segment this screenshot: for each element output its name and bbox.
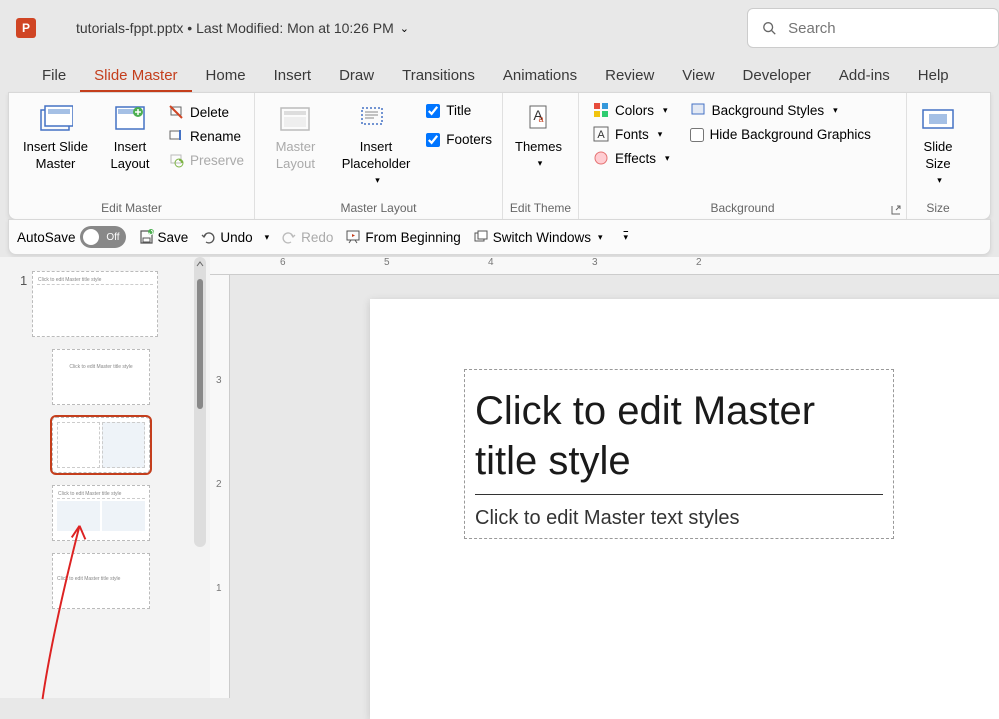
- menu-review[interactable]: Review: [591, 61, 668, 92]
- chevron-down-icon: ▾: [658, 129, 663, 140]
- svg-text:a: a: [539, 114, 544, 124]
- chevron-down-icon: ▾: [375, 175, 380, 187]
- effects-icon: [593, 150, 609, 166]
- themes-button[interactable]: Aa Themes ▾: [509, 97, 568, 174]
- layout-thumbnail-2-selected[interactable]: [52, 417, 150, 473]
- master-thumbnail[interactable]: Click to edit Master title style: [32, 271, 158, 337]
- delete-button[interactable]: Delete: [164, 101, 248, 123]
- fonts-button[interactable]: A Fonts▾: [589, 123, 674, 145]
- hide-bg-checkbox[interactable]: Hide Background Graphics: [686, 123, 875, 146]
- horizontal-ruler: 6 5 4 3 2: [210, 257, 999, 275]
- preserve-icon: [168, 152, 184, 168]
- menu-insert[interactable]: Insert: [260, 61, 326, 92]
- title-chevron-icon[interactable]: ⌄: [400, 22, 409, 35]
- background-label: Background: [585, 199, 900, 217]
- chevron-down-icon: ▾: [833, 105, 838, 116]
- dialog-launcher-icon[interactable]: [890, 204, 902, 216]
- rename-button[interactable]: Rename: [164, 125, 248, 147]
- menu-file[interactable]: File: [28, 61, 80, 92]
- menu-animations[interactable]: Animations: [489, 61, 591, 92]
- bg-styles-icon: [690, 102, 706, 118]
- from-beginning-button[interactable]: From Beginning: [345, 229, 460, 245]
- save-icon: [138, 229, 154, 245]
- presentation-icon: [345, 229, 361, 245]
- save-button[interactable]: Save: [138, 229, 189, 245]
- undo-button[interactable]: Undo ▾: [200, 229, 269, 245]
- vertical-ruler: 3 2 1: [210, 275, 230, 698]
- menu-help[interactable]: Help: [904, 61, 963, 92]
- edit-master-label: Edit Master: [15, 199, 248, 217]
- redo-icon: [281, 229, 297, 245]
- chevron-down-icon: ▾: [624, 232, 629, 243]
- themes-icon: Aa: [524, 104, 552, 134]
- layout-icon: [114, 105, 146, 133]
- menu-addins[interactable]: Add-ins: [825, 61, 904, 92]
- edit-theme-label: Edit Theme: [509, 199, 572, 217]
- menu-view[interactable]: View: [668, 61, 728, 92]
- thumbnail-panel: 1 Click to edit Master title style Click…: [0, 257, 210, 698]
- autosave-toggle[interactable]: AutoSave Off: [17, 226, 126, 248]
- qat-more-button[interactable]: ▾: [621, 232, 629, 243]
- windows-icon: [473, 229, 489, 245]
- scroll-up-icon[interactable]: [194, 259, 206, 269]
- search-input[interactable]: [788, 20, 984, 37]
- undo-icon: [200, 229, 216, 245]
- svg-text:A: A: [597, 129, 605, 141]
- rename-icon: [168, 128, 184, 144]
- thumbnail-scrollbar[interactable]: [194, 257, 206, 547]
- slide-size-button[interactable]: Slide Size▾: [913, 97, 963, 190]
- slide-master-icon: [39, 104, 73, 134]
- search-icon: [762, 20, 776, 36]
- menu-slide-master[interactable]: Slide Master: [80, 61, 191, 92]
- colors-button[interactable]: Colors▾: [589, 99, 674, 121]
- subtitle-placeholder-text[interactable]: Click to edit Master text styles: [475, 507, 883, 530]
- layout-thumbnail-3[interactable]: Click to edit Master title style: [52, 485, 150, 541]
- master-layout-label: Master Layout: [261, 199, 496, 217]
- slide-canvas[interactable]: Click to edit Master title style Click t…: [370, 299, 999, 719]
- layout-thumbnail-4[interactable]: Click to edit Master title style: [52, 553, 150, 609]
- hide-bg-checkbox-input[interactable]: [690, 128, 704, 142]
- insert-layout-button[interactable]: Insert Layout: [100, 97, 160, 177]
- size-label: Size: [913, 199, 963, 217]
- insert-placeholder-button[interactable]: Insert Placeholder▾: [334, 97, 418, 190]
- preserve-button[interactable]: Preserve: [164, 149, 248, 171]
- master-layout-icon: [279, 106, 311, 132]
- effects-button[interactable]: Effects▾: [589, 147, 674, 169]
- delete-icon: [168, 104, 184, 120]
- redo-button[interactable]: Redo: [281, 229, 333, 245]
- chevron-down-icon: ▾: [937, 175, 942, 187]
- placeholder-icon: [360, 106, 392, 132]
- menu-developer[interactable]: Developer: [729, 61, 825, 92]
- colors-icon: [593, 102, 609, 118]
- master-layout-button[interactable]: Master Layout: [261, 97, 330, 177]
- fonts-icon: A: [593, 126, 609, 142]
- file-title: tutorials-fppt.pptx • Last Modified: Mon…: [76, 20, 394, 36]
- footers-checkbox-input[interactable]: [426, 133, 440, 147]
- chevron-down-icon: ▾: [598, 232, 603, 243]
- chevron-down-icon: ▾: [538, 158, 543, 170]
- search-box[interactable]: [747, 8, 999, 48]
- switch-windows-button[interactable]: Switch Windows▾: [473, 229, 603, 245]
- menu-draw[interactable]: Draw: [325, 61, 388, 92]
- background-styles-button[interactable]: Background Styles▾: [686, 99, 875, 121]
- chevron-down-icon: ▾: [663, 105, 668, 116]
- title-checkbox[interactable]: Title: [422, 97, 496, 124]
- menu-home[interactable]: Home: [192, 61, 260, 92]
- slide-size-icon: [921, 106, 955, 132]
- slide-number: 1: [20, 273, 27, 288]
- title-placeholder-text[interactable]: Click to edit Master title style: [475, 386, 883, 495]
- chevron-down-icon: ▾: [665, 153, 670, 164]
- menu-transitions[interactable]: Transitions: [388, 61, 489, 92]
- title-checkbox-input[interactable]: [426, 104, 440, 118]
- layout-thumbnail-1[interactable]: Click to edit Master title style: [52, 349, 150, 405]
- chevron-down-icon: ▾: [265, 232, 270, 243]
- footers-checkbox[interactable]: Footers: [422, 126, 496, 153]
- title-placeholder[interactable]: Click to edit Master title style Click t…: [464, 369, 894, 539]
- menu-bar: File Slide Master Home Insert Draw Trans…: [0, 56, 999, 92]
- insert-slide-master-button[interactable]: Insert Slide Master: [15, 97, 96, 177]
- app-icon: P: [16, 18, 36, 38]
